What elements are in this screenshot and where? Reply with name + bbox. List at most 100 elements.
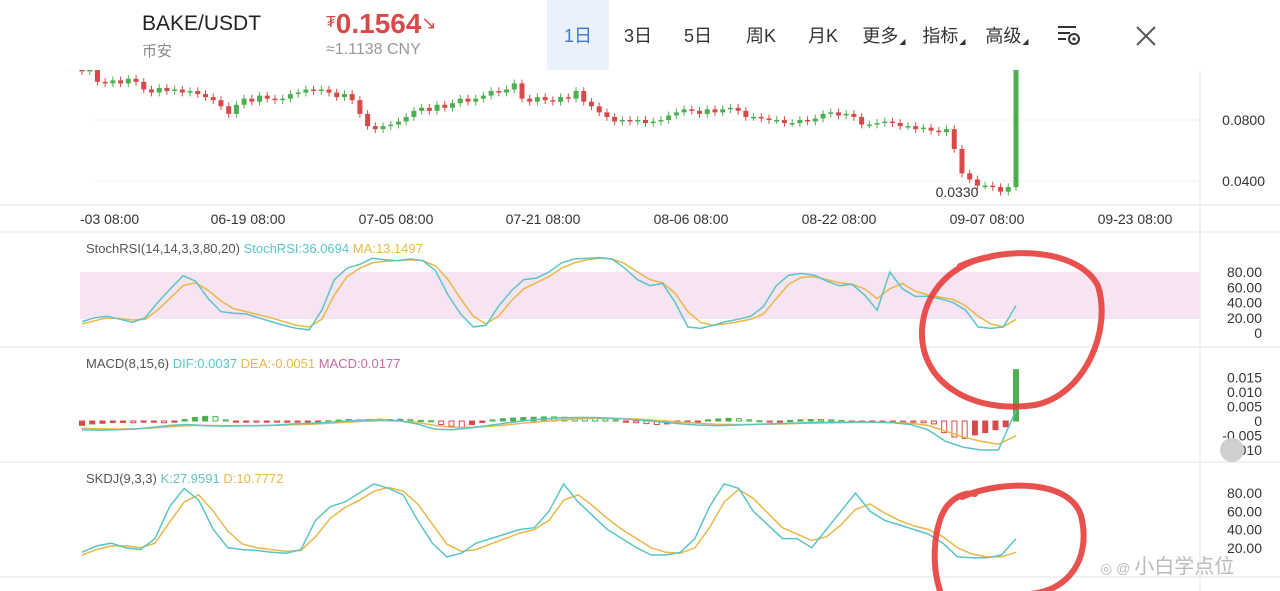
candle-body — [341, 94, 347, 98]
macd-histogram-bar — [828, 419, 835, 422]
candle-body — [125, 78, 131, 84]
candle-body — [588, 101, 594, 107]
time-axis-tick: 08-06 08:00 — [654, 211, 729, 227]
macd-histogram-bar — [705, 419, 712, 422]
macd-histogram-bar — [489, 419, 496, 422]
macd-histogram-bar — [735, 418, 742, 422]
candle-body — [118, 80, 124, 84]
macd-histogram-bar — [315, 420, 322, 423]
candle-body — [87, 70, 93, 72]
macd-dea-label: DEA:-0.0051 — [240, 356, 316, 371]
candle-body — [434, 104, 440, 111]
candle-body — [388, 124, 394, 127]
candle-body — [511, 83, 517, 90]
candle-body — [372, 126, 378, 130]
macd-histogram-bar — [622, 420, 629, 423]
candle-body — [820, 113, 826, 119]
candle-body — [565, 97, 571, 99]
macd-histogram-bar — [499, 418, 506, 422]
macd-histogram-bar — [612, 419, 619, 422]
candle-body — [527, 98, 533, 102]
candle-body — [874, 123, 880, 125]
candle-body — [326, 89, 332, 93]
candle-body — [79, 70, 85, 72]
skdj-legend: SKDJ(9,3,3) K:27.9591 D:10.7772 — [86, 471, 283, 486]
candle-body — [743, 110, 749, 117]
skdj-axis-tick: 40.00 — [1227, 522, 1262, 538]
macd-histogram-bar — [992, 420, 999, 431]
watermark: ◎ @ 小白学点位 — [1100, 556, 1235, 578]
stochrsi-axis-tick: 80.00 — [1227, 264, 1262, 280]
macd-histogram-bar — [448, 420, 455, 427]
candle-body — [172, 89, 178, 92]
macd-histogram-bar — [900, 420, 907, 423]
macd-histogram-bar — [510, 417, 517, 422]
candle-body — [295, 92, 301, 95]
macd-histogram-bar — [407, 419, 414, 422]
candle-body — [619, 120, 625, 122]
macd-histogram-bar — [715, 418, 722, 422]
candle-body — [450, 103, 456, 108]
candle-body — [812, 118, 818, 122]
candle-body — [928, 127, 934, 131]
candle-body — [789, 123, 795, 125]
macd-histogram-bar — [807, 419, 814, 422]
macd-histogram-bar — [746, 419, 753, 422]
skdj-axis-tick: 80.00 — [1227, 485, 1262, 501]
candle-body — [272, 98, 278, 101]
candle-body — [303, 89, 309, 93]
time-axis-tick: 07-05 08:00 — [359, 211, 434, 227]
skdj-title: SKDJ(9,3,3) — [86, 471, 157, 486]
macd-histogram-bar — [130, 420, 137, 424]
annotation-circle-bottom — [931, 482, 1087, 591]
candle-body — [944, 129, 950, 133]
macd-histogram-bar — [766, 420, 773, 423]
candle-body — [735, 107, 741, 111]
candle-body — [573, 91, 579, 99]
candle-body — [951, 129, 957, 149]
macd-dif-line — [81, 409, 1017, 451]
candle-body — [195, 91, 201, 95]
macd-histogram-bar — [274, 420, 281, 423]
scroll-thumb-icon[interactable] — [1220, 438, 1244, 462]
macd-hist-label: MACD:0.0177 — [318, 356, 401, 371]
macd-histogram-bar — [920, 420, 927, 424]
panel-grid — [0, 70, 1280, 591]
candle-body — [334, 92, 340, 98]
macd-histogram-bar — [99, 420, 106, 424]
macd-histogram-bar — [602, 418, 609, 422]
chart-canvas[interactable]: 0.0800 0.0400 -03 08:00 06-19 08:00 07-05 08… — [0, 0, 1280, 591]
candle-body — [882, 121, 888, 124]
candle-body — [851, 113, 857, 117]
axis-labels: 0.0800 0.0400 -03 08:00 06-19 08:00 07-05 08… — [80, 112, 1265, 556]
time-axis-tick: 09-07 08:00 — [950, 211, 1025, 227]
candle-body — [542, 97, 548, 101]
candle-body — [187, 91, 193, 93]
candle-body — [889, 121, 895, 124]
macd-histogram-bar — [469, 420, 476, 425]
macd-histogram-bar — [1002, 420, 1009, 428]
macd-histogram-bar — [725, 417, 732, 422]
candle-body — [218, 100, 224, 107]
macd-histogram-bar — [427, 420, 434, 423]
stochrsi-axis-tick: 20.00 — [1227, 310, 1262, 326]
candle-body — [920, 127, 926, 130]
macd-histogram-bar — [243, 420, 250, 423]
macd-histogram-bar — [181, 419, 188, 422]
candle-body — [913, 126, 919, 130]
macd-histogram-bar — [263, 420, 270, 423]
candle-body — [596, 106, 602, 113]
skdj-k-label: K:27.9591 — [160, 471, 220, 486]
candle-body — [280, 98, 286, 101]
candle-body — [959, 148, 965, 174]
macd-histogram-bar — [930, 420, 937, 425]
candle-body — [426, 107, 432, 111]
macd-histogram-bar — [982, 420, 989, 434]
time-axis-tick: -03 08:00 — [80, 211, 139, 227]
candle-body — [666, 115, 672, 120]
macd-histogram-bar — [161, 420, 168, 424]
macd-histogram-bar — [253, 420, 260, 423]
price-axis-tick: 0.0400 — [1222, 173, 1265, 189]
candle-body — [179, 89, 185, 93]
candle-body — [581, 91, 587, 102]
